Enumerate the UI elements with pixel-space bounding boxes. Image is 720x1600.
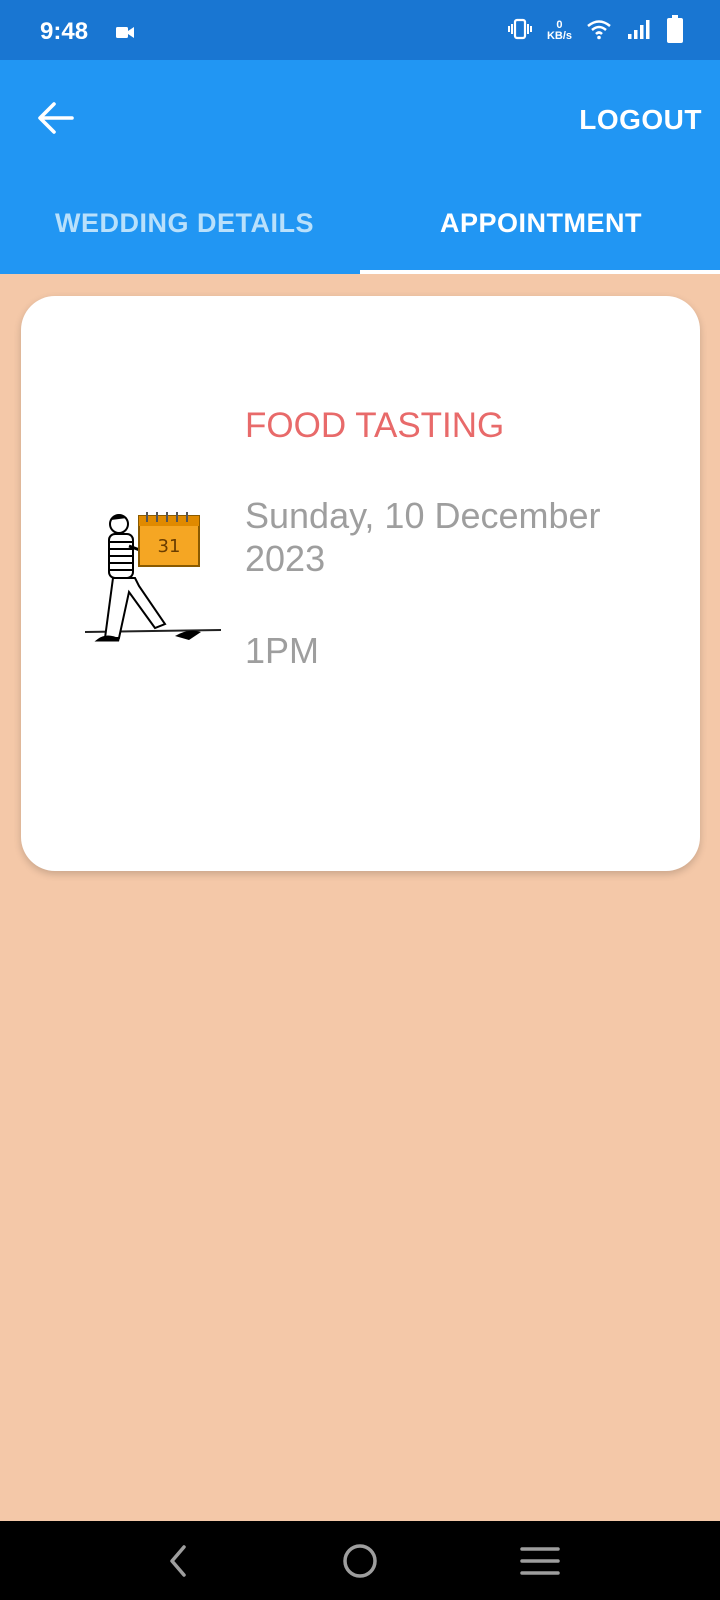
menu-nav-icon[interactable] [520,1545,560,1582]
app-bar: LOGOUT WEDDING DETAILS APPOINTMENT [0,60,720,274]
network-speed: 0 KB/s [547,20,572,42]
appointment-date: Sunday, 10 December 2023 [245,495,601,579]
signal-icon [626,18,652,45]
appointment-card[interactable]: 31 FOOD TASTING Sunday, 10 December 2023… [21,296,700,871]
logout-button[interactable]: LOGOUT [579,104,702,136]
svg-text:31: 31 [158,536,181,557]
back-nav-icon[interactable] [164,1543,192,1584]
appointment-title: FOOD TASTING [245,406,505,445]
tab-indicator [360,270,720,274]
status-time: 9:48 [40,18,89,45]
battery-icon [666,14,684,48]
tab-appointment[interactable]: APPOINTMENT [440,208,642,239]
calendar-carrier-icon: 31 [84,506,225,661]
system-nav-bar [0,1521,720,1600]
back-arrow-icon[interactable] [36,98,76,138]
tab-wedding-details[interactable]: WEDDING DETAILS [55,208,314,239]
home-nav-icon[interactable] [340,1541,380,1586]
video-camera-icon [116,26,134,44]
network-speed-unit: KB/s [546,30,572,42]
status-bar: 9:48 0 KB/s [0,0,720,60]
appointment-time: 1PM [245,630,320,671]
vibrate-icon [507,18,533,45]
wifi-icon [586,18,612,45]
